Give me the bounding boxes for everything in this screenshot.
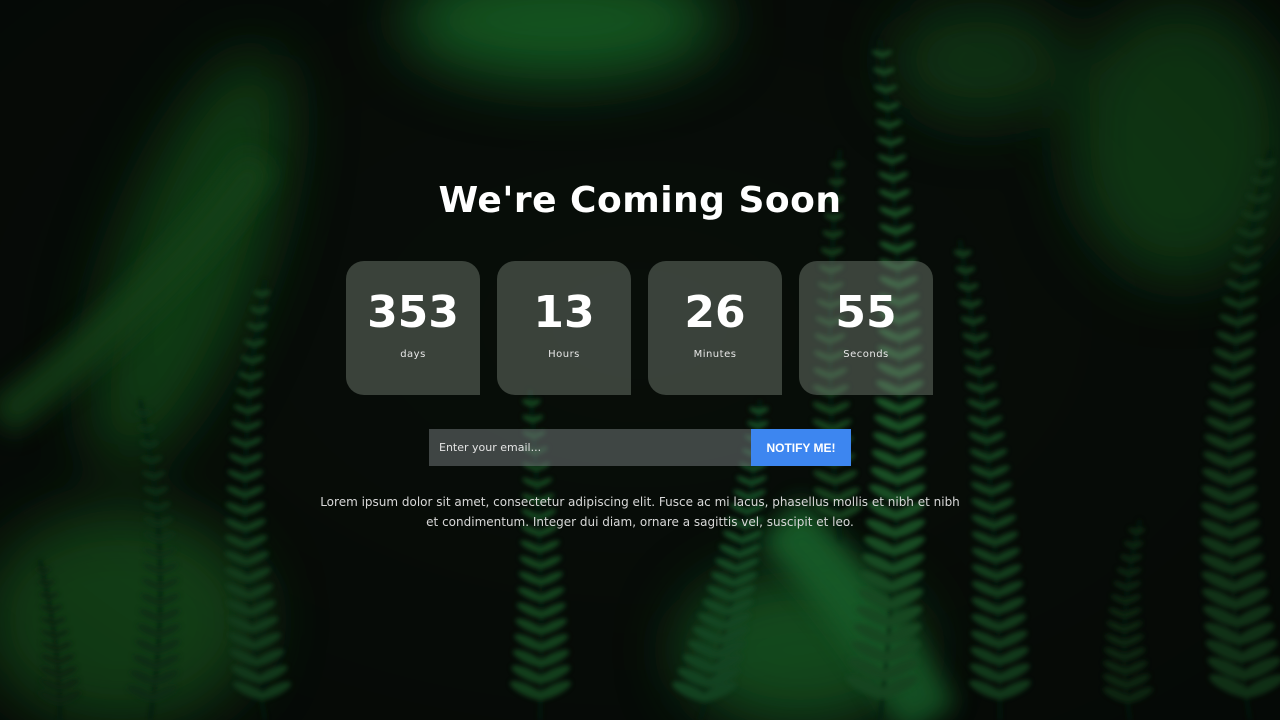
countdown-seconds: 55 Seconds xyxy=(799,261,933,395)
seconds-value: 55 xyxy=(835,287,897,338)
days-value: 353 xyxy=(367,287,459,338)
notify-me-button[interactable]: NOTIFY ME! xyxy=(751,429,851,466)
countdown-days: 353 days xyxy=(346,261,480,395)
hours-label: Hours xyxy=(548,349,580,360)
countdown-timer: 353 days 13 Hours 26 Minutes 55 Seconds xyxy=(346,261,933,395)
minutes-label: Minutes xyxy=(693,349,737,360)
email-input[interactable] xyxy=(429,429,751,466)
coming-soon-section: We're Coming Soon 353 days 13 Hours 26 M… xyxy=(0,0,1280,720)
description-text: Lorem ipsum dolor sit amet, consectetur … xyxy=(320,495,960,529)
minutes-value: 26 xyxy=(684,287,746,338)
seconds-label: Seconds xyxy=(843,349,889,360)
hours-value: 13 xyxy=(533,287,595,338)
page-title: We're Coming Soon xyxy=(438,180,842,221)
countdown-minutes: 26 Minutes xyxy=(648,261,782,395)
countdown-hours: 13 Hours xyxy=(497,261,631,395)
days-label: days xyxy=(400,349,426,360)
subscribe-form: NOTIFY ME! xyxy=(429,429,851,466)
